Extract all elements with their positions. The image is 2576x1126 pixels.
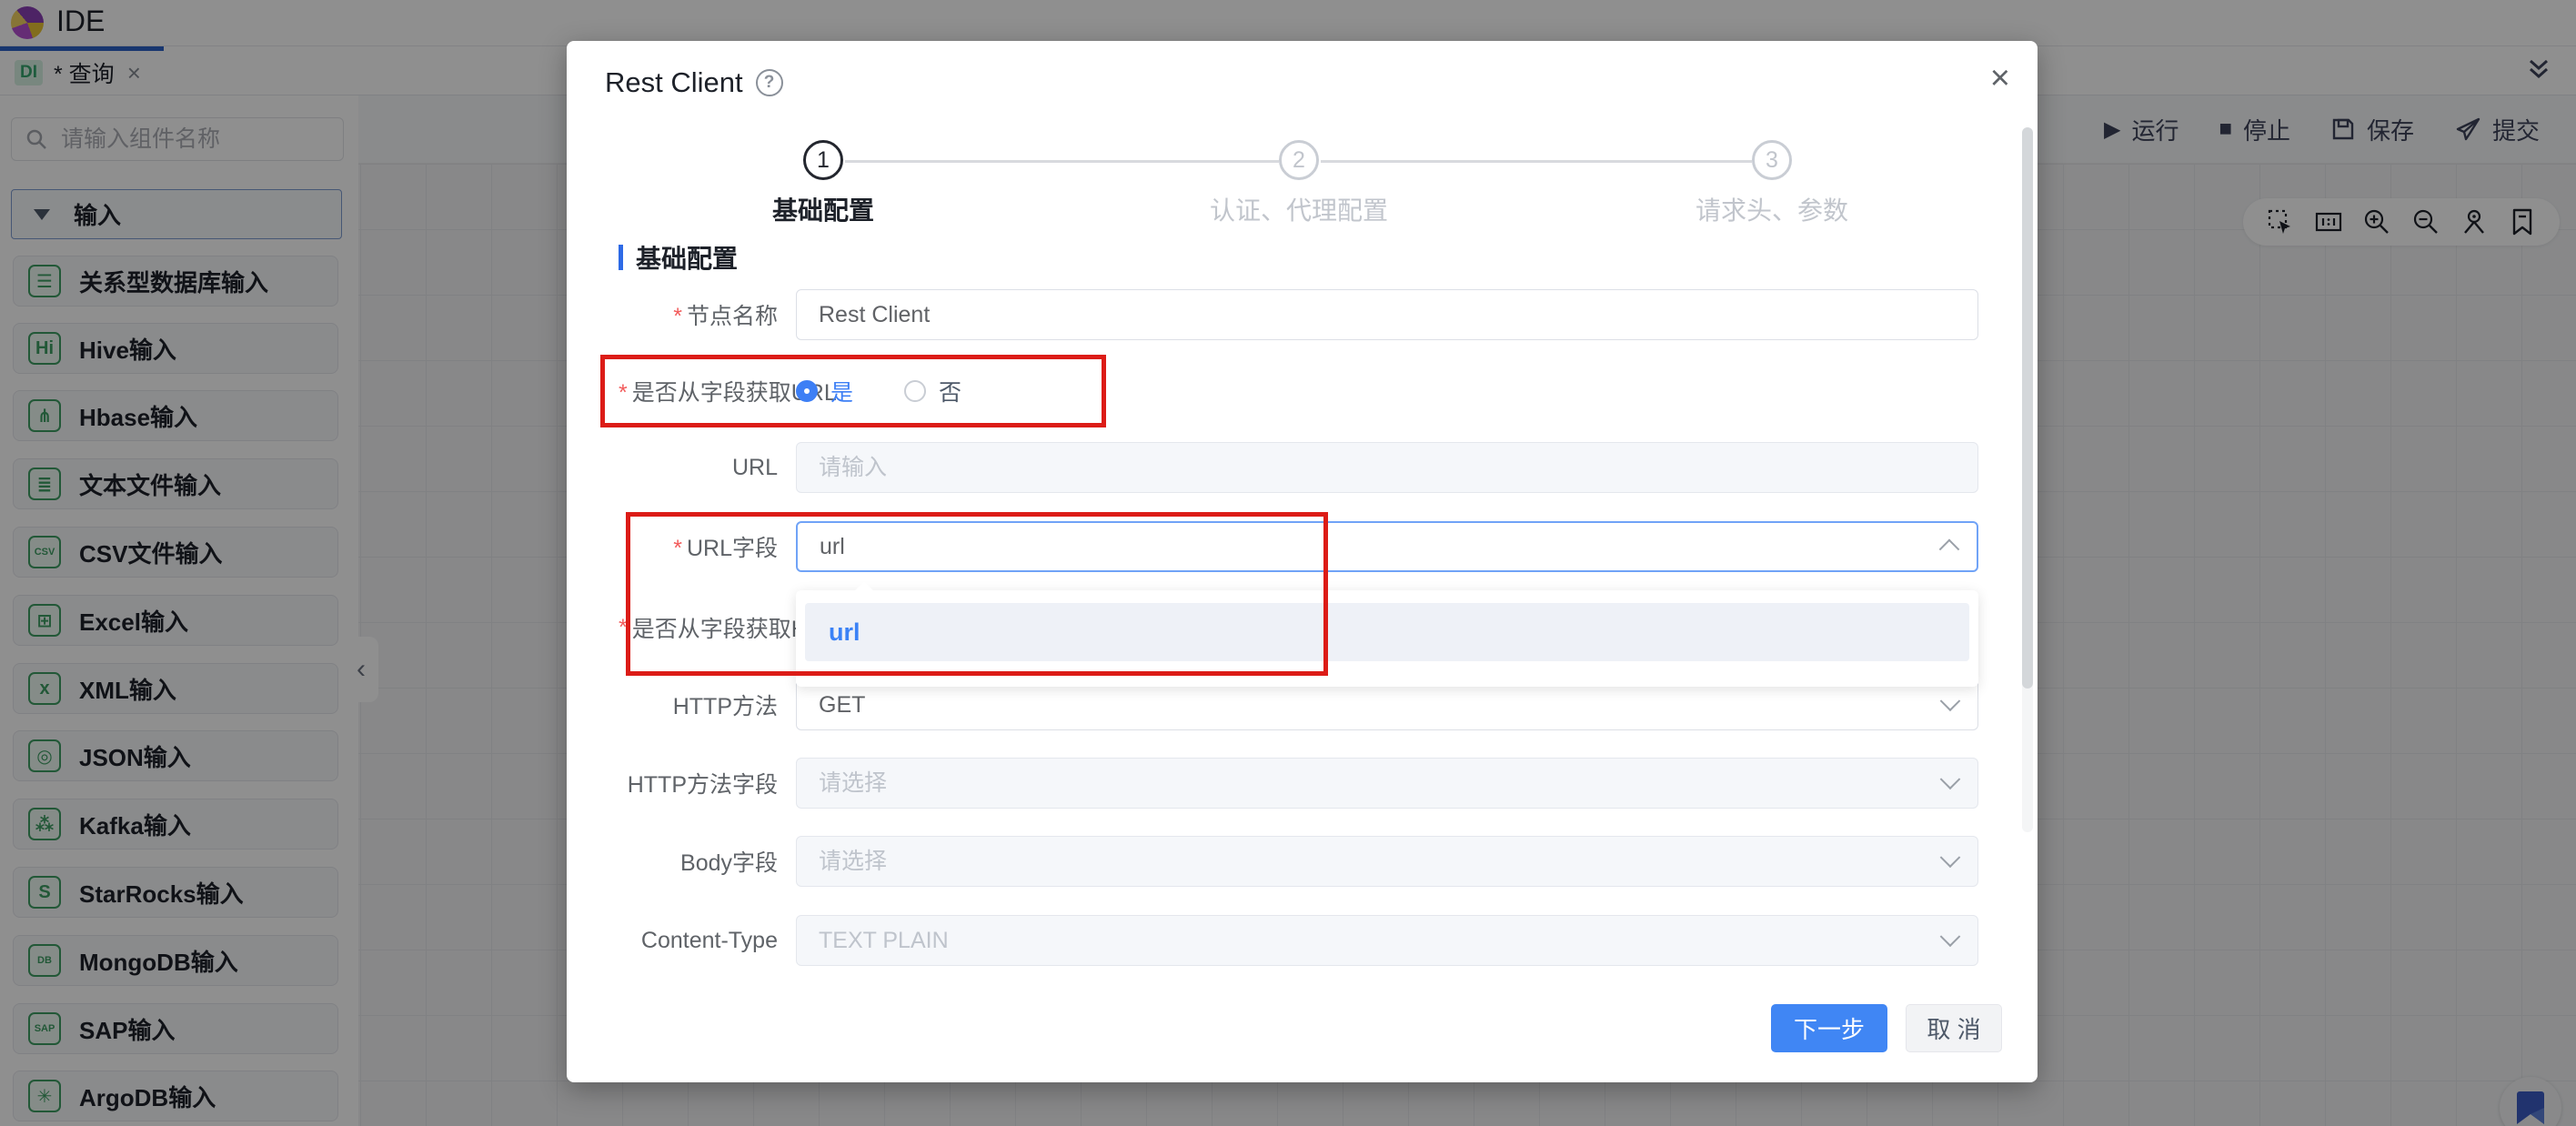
http-method-select[interactable] xyxy=(796,679,1978,730)
field-url: URL xyxy=(619,442,1978,493)
section-basic-config: 基础配置 xyxy=(619,239,738,276)
body-field-value[interactable] xyxy=(817,848,1943,876)
cancel-button[interactable]: 取 消 xyxy=(1906,1004,2002,1052)
chevron-down-icon xyxy=(1940,847,1961,868)
chevron-down-icon xyxy=(1940,926,1961,947)
chevron-up-icon xyxy=(1939,539,1960,560)
step-1-label: 基础配置 xyxy=(659,191,987,227)
chevron-down-icon xyxy=(1940,769,1961,789)
step-connector xyxy=(845,160,1279,163)
step-2-circle: 2 xyxy=(1279,140,1319,180)
http-method-field-value[interactable] xyxy=(817,769,1943,798)
step-2-label: 认证、代理配置 xyxy=(1135,191,1463,227)
http-method-field-select[interactable] xyxy=(796,758,1978,809)
section-bar xyxy=(619,245,623,270)
annotation-box-url-from-field xyxy=(600,355,1106,427)
dialog-title: Rest Client ? xyxy=(605,66,783,99)
url-input-wrap xyxy=(796,442,1978,493)
screen: IDE DI * 查询 × 输入 ☰ 关系型数据库输入 Hi Hive输入 xyxy=(0,0,2576,1126)
close-icon[interactable]: × xyxy=(1990,61,2010,96)
help-icon[interactable]: ? xyxy=(756,69,783,96)
step-1-circle: 1 xyxy=(803,140,843,180)
next-step-button[interactable]: 下一步 xyxy=(1771,1004,1887,1052)
content-type-select[interactable] xyxy=(796,915,1978,966)
body-field-select[interactable] xyxy=(796,836,1978,887)
field-content-type: Content-Type xyxy=(619,915,1978,966)
field-node-name: 节点名称 xyxy=(619,289,1978,340)
step-3-label: 请求头、参数 xyxy=(1608,191,1936,227)
content-type-value[interactable] xyxy=(817,927,1943,955)
field-http-method-field: HTTP方法字段 xyxy=(619,758,1978,809)
step-connector xyxy=(1321,160,1752,163)
node-name-input-wrap xyxy=(796,289,1978,340)
step-3-circle: 3 xyxy=(1752,140,1792,180)
field-body-field: Body字段 xyxy=(619,836,1978,887)
http-method-value[interactable] xyxy=(817,691,1943,719)
url-input[interactable] xyxy=(817,454,1957,482)
chevron-down-icon xyxy=(1940,690,1961,711)
annotation-box-url-field xyxy=(626,512,1328,676)
modal-scrollbar-track[interactable] xyxy=(2022,127,2033,832)
modal-scrollbar-thumb[interactable] xyxy=(2022,127,2033,689)
node-name-input[interactable] xyxy=(817,301,1957,329)
field-http-method: HTTP方法 xyxy=(619,679,1978,730)
